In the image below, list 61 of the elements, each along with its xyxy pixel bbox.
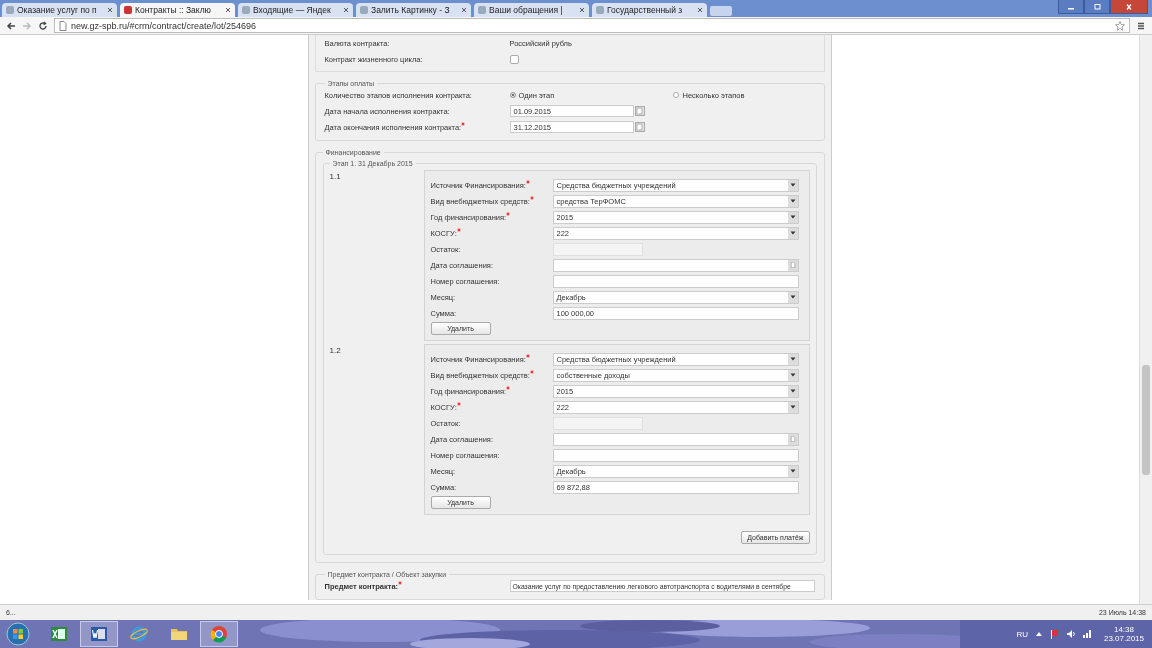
browser-tab[interactable]: Государственный з (592, 3, 707, 17)
minimize-button[interactable] (1058, 0, 1084, 14)
item-number: 1.2 (329, 345, 342, 357)
caret-icon (789, 356, 796, 362)
close-icon[interactable] (697, 7, 703, 13)
close-icon (1124, 3, 1134, 10)
browser-tab[interactable]: Залить Картинку - З (356, 3, 471, 17)
date-field[interactable] (552, 432, 799, 446)
caret-icon (789, 372, 796, 378)
page-icon (360, 6, 368, 14)
close-icon[interactable] (461, 7, 467, 13)
star-icon[interactable] (1115, 20, 1125, 31)
item-number: 1.1 (329, 171, 342, 183)
close-icon[interactable] (579, 7, 585, 13)
date-field[interactable] (552, 258, 799, 272)
page-icon (596, 6, 604, 14)
checkbox[interactable] (509, 54, 519, 64)
caret-icon (789, 198, 796, 204)
calendar-icon[interactable] (789, 262, 796, 268)
close-icon[interactable] (107, 7, 113, 13)
scrollbar-thumb[interactable] (1142, 365, 1150, 475)
browser-icon[interactable] (209, 624, 229, 644)
page-icon (242, 6, 250, 14)
calendar-icon[interactable] (789, 436, 796, 442)
speaker-icon[interactable] (1065, 629, 1076, 639)
document-icon[interactable] (89, 624, 109, 644)
input-field[interactable] (552, 448, 799, 462)
maximize-button[interactable] (1084, 0, 1110, 14)
page-icon (59, 20, 67, 31)
page-icon (478, 6, 486, 14)
page-icon (124, 6, 132, 14)
input-field[interactable] (552, 274, 799, 288)
close-icon[interactable] (225, 7, 231, 13)
browser-tab[interactable]: Контракты :: Заклю (120, 3, 235, 17)
browser-tab[interactable]: Оказание услуг по п (2, 3, 117, 17)
address-field[interactable]: new.gz-spb.ru/#crm/contract/create/lot/254696 (54, 18, 1130, 33)
menu-icon[interactable] (1136, 20, 1146, 31)
clock[interactable]: 14:38 23.07.2015 (1103, 625, 1144, 643)
caret-icon (789, 388, 796, 394)
caret-icon (789, 468, 796, 474)
browser-icon[interactable] (129, 624, 149, 644)
back-icon[interactable] (6, 20, 16, 31)
browser-tab[interactable]: Входящие — Яндек (238, 3, 353, 17)
caret-icon (789, 182, 796, 188)
close-button[interactable] (1110, 0, 1148, 14)
caret-icon (789, 404, 796, 410)
reload-icon[interactable] (38, 20, 48, 31)
caret-icon (789, 214, 796, 220)
calendar-icon[interactable] (634, 122, 645, 132)
signal-icon[interactable] (1081, 629, 1092, 639)
language-indicator[interactable]: RU (1016, 629, 1028, 639)
calendar-icon[interactable] (634, 106, 645, 116)
flag-icon[interactable] (1049, 629, 1060, 639)
close-icon[interactable] (343, 7, 349, 13)
caret-icon (789, 230, 796, 236)
start-button[interactable] (6, 622, 30, 646)
maximize-icon (1092, 3, 1102, 10)
caret-icon (789, 294, 796, 300)
browser-tab[interactable]: Ваши обращения | (474, 3, 589, 17)
spreadsheet-icon[interactable] (49, 624, 69, 644)
page-icon (6, 6, 14, 14)
